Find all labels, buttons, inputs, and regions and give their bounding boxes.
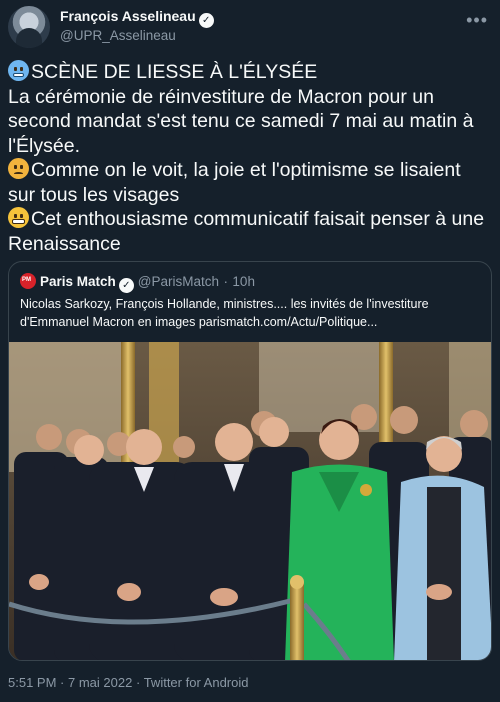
tweet-body: SCÈNE DE LIESSE À L'ÉLYSÉE La cérémonie … — [8, 60, 492, 256]
verified-badge-icon: ✓ — [198, 13, 214, 28]
verified-badge-icon: ✓ — [118, 278, 134, 293]
author-name-row[interactable]: François Asselineau ✓ — [60, 8, 214, 28]
quoted-author-handle[interactable]: @ParisMatch — [138, 274, 219, 289]
tweet-time[interactable]: 5:51 PM — [8, 675, 56, 690]
tweet-line-text: La cérémonie de réinvestiture de Macron … — [8, 85, 474, 157]
tweet-header: François Asselineau ✓ @UPR_Asselineau ••• — [8, 6, 492, 48]
tweet-line-3: Comme on le voit, la joie et l'optimisme… — [8, 158, 492, 207]
quoted-separator: · — [223, 274, 228, 289]
author-avatar[interactable] — [8, 6, 50, 48]
more-options-icon[interactable]: ••• — [466, 10, 488, 31]
tweet-line-2: La cérémonie de réinvestiture de Macron … — [8, 85, 492, 159]
quoted-tweet-photo[interactable] — [9, 342, 492, 661]
grimacing-face-emoji-icon — [8, 207, 29, 228]
angry-face-emoji-icon — [8, 158, 29, 179]
tweet-line-text: SCÈNE DE LIESSE À L'ÉLYSÉE — [31, 61, 318, 83]
quoted-timestamp[interactable]: 10h — [232, 274, 255, 289]
author-handle[interactable]: @UPR_Asselineau — [60, 28, 176, 43]
quoted-tweet-card[interactable]: Paris Match✓ @ParisMatch · 10h Nicolas Sa… — [8, 261, 492, 661]
quoted-tweet-header: Paris Match✓ @ParisMatch · 10h — [20, 273, 255, 293]
footer-separator: · — [60, 675, 65, 690]
quoted-author-name[interactable]: Paris Match — [40, 274, 116, 289]
tweet-date[interactable]: 7 mai 2022 — [68, 675, 132, 690]
cold-face-emoji-icon — [8, 60, 29, 81]
tweet-line-text: Cet enthousiasme communicatif faisait pe… — [8, 208, 485, 255]
tweet-line-1: SCÈNE DE LIESSE À L'ÉLYSÉE — [8, 60, 492, 85]
paris-match-logo-icon — [20, 273, 36, 289]
quoted-tweet-text: Nicolas Sarkozy, François Hollande, mini… — [20, 297, 429, 329]
tweet-source[interactable]: Twitter for Android — [144, 675, 249, 690]
footer-separator: · — [135, 675, 141, 690]
tweet-line-text: Comme on le voit, la joie et l'optimisme… — [8, 159, 461, 206]
tweet-footer: 5:51 PM · 7 mai 2022 · Twitter for Andro… — [8, 675, 248, 690]
tweet-line-4: Cet enthousiasme communicatif faisait pe… — [8, 207, 492, 256]
author-name[interactable]: François Asselineau — [60, 8, 196, 24]
